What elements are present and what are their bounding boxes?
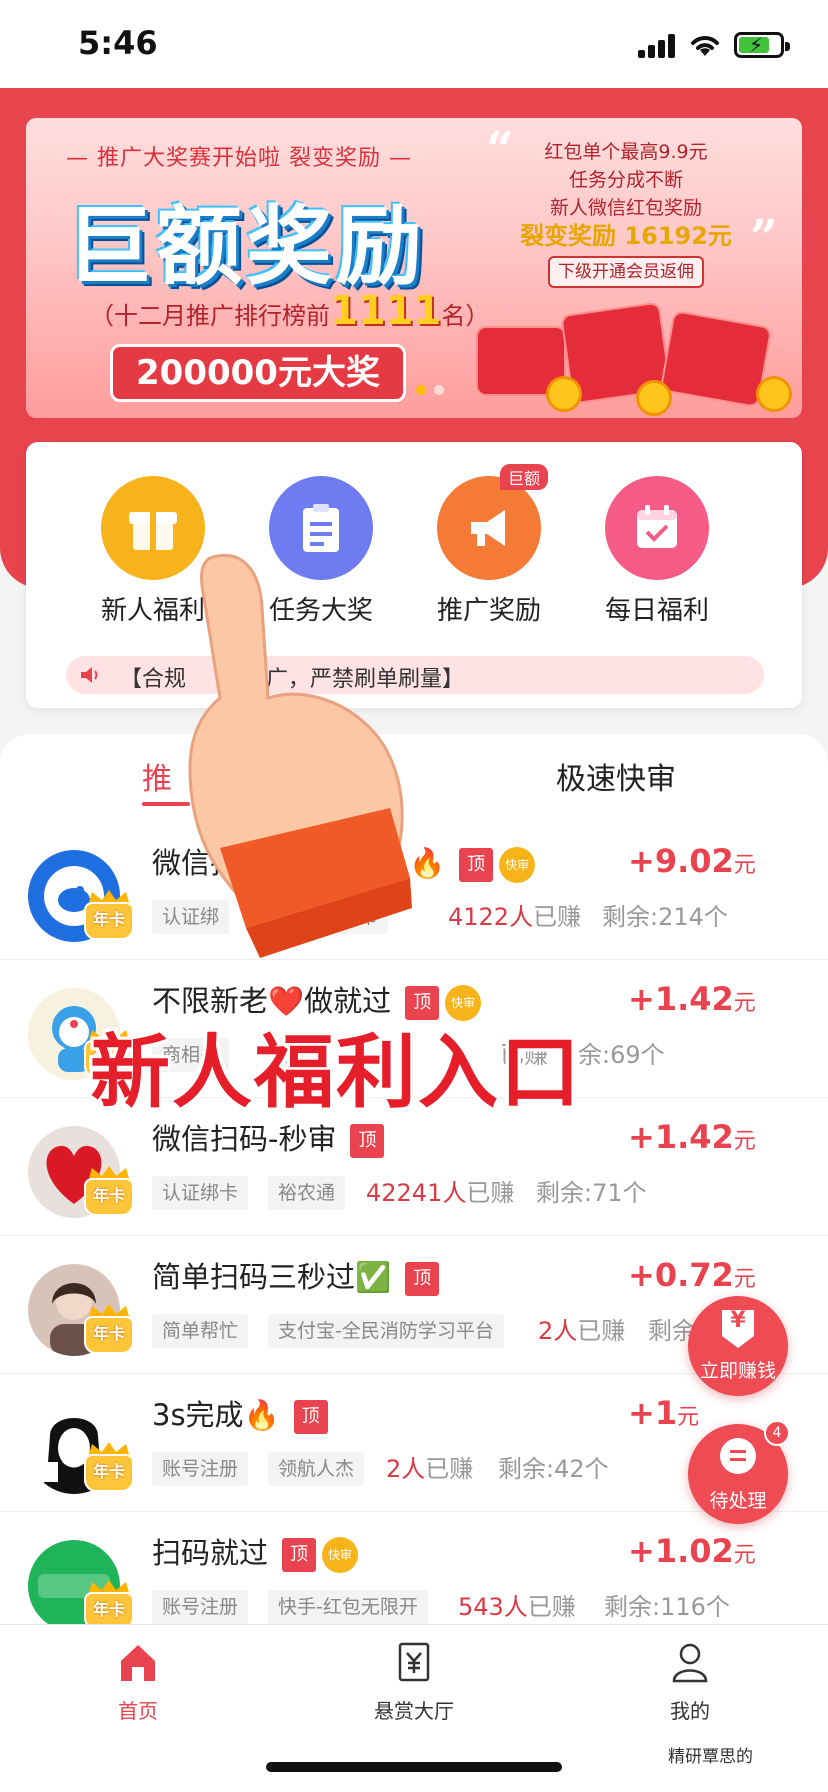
remaining-count: 余:69个	[578, 1041, 665, 1069]
task-reward: +0.72元	[628, 1256, 756, 1294]
earn-now-label: 立即赚钱	[699, 1360, 776, 1382]
fast-review-badge: 快审	[499, 847, 536, 883]
task-reward: +9.02元	[628, 842, 756, 880]
task-reward: +1.42元	[628, 1118, 756, 1156]
year-card-badge: 年卡	[84, 1454, 134, 1492]
carousel-dots[interactable]	[416, 380, 452, 399]
year-card-badge: 年卡	[84, 1316, 134, 1354]
calendar-icon	[605, 476, 709, 580]
status-bar: 5:46 ⚡	[0, 0, 828, 88]
coin-icon	[546, 376, 582, 412]
top-badge: 顶	[459, 848, 494, 882]
task-title: 简单扫码三秒过✅ 顶	[152, 1254, 440, 1296]
banner-right-text: 红包单个最高9.9元 任务分成不断 新人微信红包奖励 裂变奖励 16192元 下…	[496, 138, 756, 288]
coin-icon	[636, 380, 672, 416]
task-tag: 账号注册	[152, 1590, 249, 1624]
year-card-badge: 年卡	[84, 902, 134, 940]
top-badge: 顶	[350, 1124, 385, 1158]
earned-count: 543人已赚	[458, 1593, 576, 1621]
nav-label: 推广奖励	[436, 596, 541, 626]
year-card-badge: 年卡	[84, 1178, 134, 1216]
wifi-icon	[691, 36, 719, 56]
task-tag: 支付宝-全民消防学习平台	[268, 1314, 504, 1348]
task-title: 扫码就过顶快审	[152, 1530, 359, 1573]
pending-label: 待处理	[709, 1490, 767, 1512]
earn-now-button[interactable]: ¥ 立即赚钱	[688, 1296, 788, 1396]
battery-icon: ⚡	[734, 32, 790, 58]
banner-headline: 巨额奖励	[66, 197, 426, 297]
earned-count: 2人已赚	[538, 1317, 626, 1345]
hot-badge: 巨额	[500, 464, 549, 490]
pointing-hand-icon	[188, 554, 412, 958]
task-tag: 领航人杰	[268, 1452, 365, 1486]
pending-button[interactable]: 待处理 4	[688, 1420, 790, 1524]
coin-icon	[756, 376, 792, 412]
speaker-icon	[81, 667, 98, 683]
task-tag: 快手-红包无限开	[268, 1590, 428, 1624]
watermark: 精研覃思的	[668, 1747, 753, 1767]
cellular-signal-icon	[638, 34, 678, 58]
banner-prize: 200000元大奖	[110, 344, 406, 402]
yen-note-icon	[398, 1642, 430, 1682]
home-indicator	[266, 1762, 562, 1772]
task-tag: 简单帮忙	[152, 1314, 249, 1348]
task-tag: 认证绑卡	[152, 1176, 249, 1210]
task-reward: +1.02元	[628, 1532, 756, 1570]
tab-fast-review[interactable]: 极速快审	[556, 754, 676, 798]
remaining-count: 剩余:214个	[602, 903, 728, 931]
banner-top-line: — 推广大奖赛开始啦 裂变奖励 —	[66, 146, 412, 171]
status-time: 5:46	[78, 24, 158, 62]
banner-rank: （十二月推广排行榜前1111名）	[90, 288, 490, 334]
megaphone-icon	[437, 476, 541, 580]
task-title: 3s完成🔥 顶	[152, 1392, 328, 1434]
earned-count: 4122人已赚	[448, 903, 582, 931]
earned-count: 42241人已赚	[366, 1179, 515, 1207]
remaining-count: 剩余:116个	[604, 1593, 730, 1621]
banner-rebate-button: 下级开通会员返佣	[548, 256, 704, 288]
top-badge: 顶	[405, 1262, 440, 1296]
chat-icon	[720, 1438, 756, 1474]
nav-label: 每日福利	[604, 596, 709, 626]
tab-mine[interactable]: 我的	[620, 1641, 760, 1724]
remaining-count: 剩余:71个	[536, 1179, 647, 1207]
task-reward: +1元	[628, 1394, 700, 1432]
fast-review-badge: 快审	[322, 1537, 359, 1573]
nav-promo-reward[interactable]: 巨额 推广奖励	[414, 464, 564, 627]
pending-count-badge: 4	[764, 1420, 790, 1446]
overlay-caption: 新人福利入口	[90, 1026, 582, 1119]
task-reward: +1.42元	[628, 980, 756, 1018]
nav-daily-welfare[interactable]: 每日福利	[582, 476, 732, 627]
top-badge: 顶	[282, 1538, 317, 1572]
task-tag: 裕农通	[268, 1176, 346, 1210]
tab-home[interactable]: 首页	[68, 1641, 208, 1724]
task-tag: 账号注册	[152, 1452, 249, 1486]
person-icon	[672, 1643, 708, 1683]
promo-banner[interactable]: — 推广大奖赛开始啦 裂变奖励 — 巨额奖励 （十二月推广排行榜前1111名） …	[26, 118, 802, 418]
top-badge: 顶	[293, 1400, 328, 1434]
earned-count: 2人已赚	[386, 1455, 474, 1483]
home-icon	[121, 1645, 155, 1681]
tab-reward-hall[interactable]: 悬赏大厅	[344, 1641, 484, 1724]
remaining-count: 剩余:42个	[498, 1455, 609, 1483]
